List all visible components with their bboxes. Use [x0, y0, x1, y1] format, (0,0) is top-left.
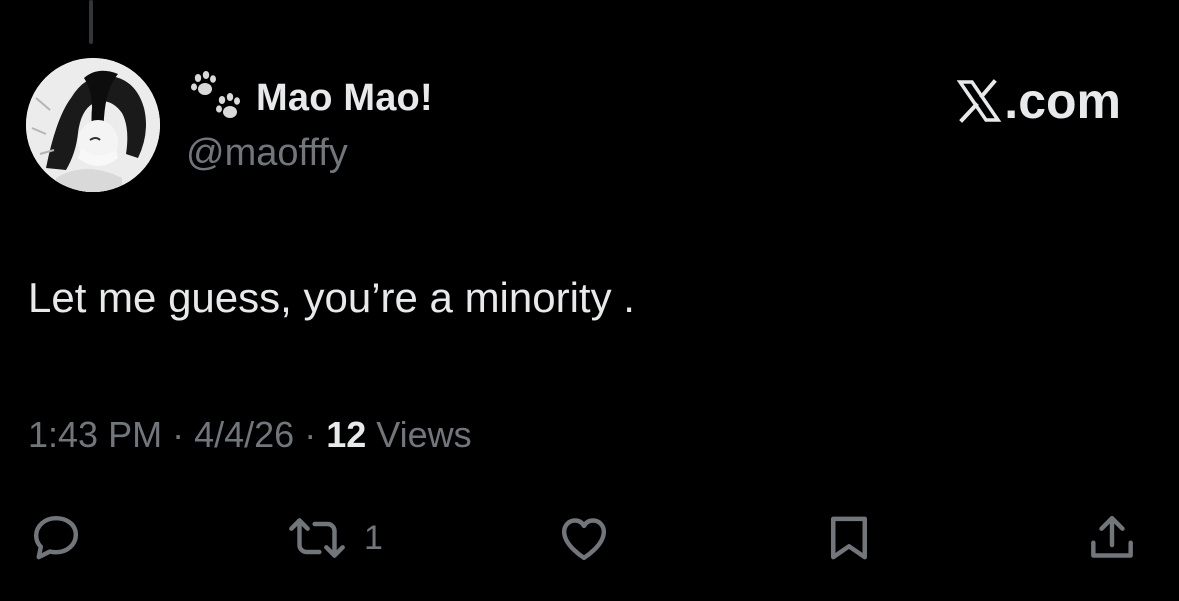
- paw-prints-icon: [191, 71, 240, 118]
- bookmark-button[interactable]: [822, 510, 876, 566]
- bookmark-icon: [831, 516, 867, 560]
- reply-button[interactable]: [28, 510, 84, 566]
- meta-separator: ·: [304, 414, 317, 455]
- tweet-text: Let me guess, you’re a minority .: [28, 274, 635, 321]
- repost-count: 1: [364, 518, 383, 557]
- author-display-name[interactable]: Mao Mao!: [256, 77, 433, 120]
- reply-icon: [33, 515, 79, 560]
- brand-watermark: .com: [956, 72, 1121, 130]
- meta-separator: ·: [172, 414, 185, 455]
- share-icon: [1091, 515, 1133, 558]
- views-label[interactable]: Views: [376, 414, 471, 455]
- share-button[interactable]: [1084, 510, 1140, 566]
- avatar-image: [26, 58, 160, 192]
- repost-icon: [289, 518, 345, 558]
- avatar[interactable]: [26, 58, 160, 192]
- x-logo-icon: [956, 79, 1002, 123]
- brand-label: .com: [1004, 73, 1121, 129]
- author-handle[interactable]: @maofffy: [186, 132, 348, 175]
- views-count[interactable]: 12: [326, 414, 366, 455]
- tweet-meta: 1:43 PM · 4/4/26 · 12 Views: [28, 414, 472, 456]
- repost-button[interactable]: 1: [286, 510, 383, 566]
- heart-icon: [561, 518, 607, 561]
- author-name-row[interactable]: Mao Mao!: [186, 70, 433, 126]
- tweet-time[interactable]: 1:43 PM: [28, 414, 162, 455]
- tweet-date[interactable]: 4/4/26: [194, 414, 294, 455]
- like-button[interactable]: [554, 510, 614, 566]
- thread-connector-line: [89, 0, 93, 44]
